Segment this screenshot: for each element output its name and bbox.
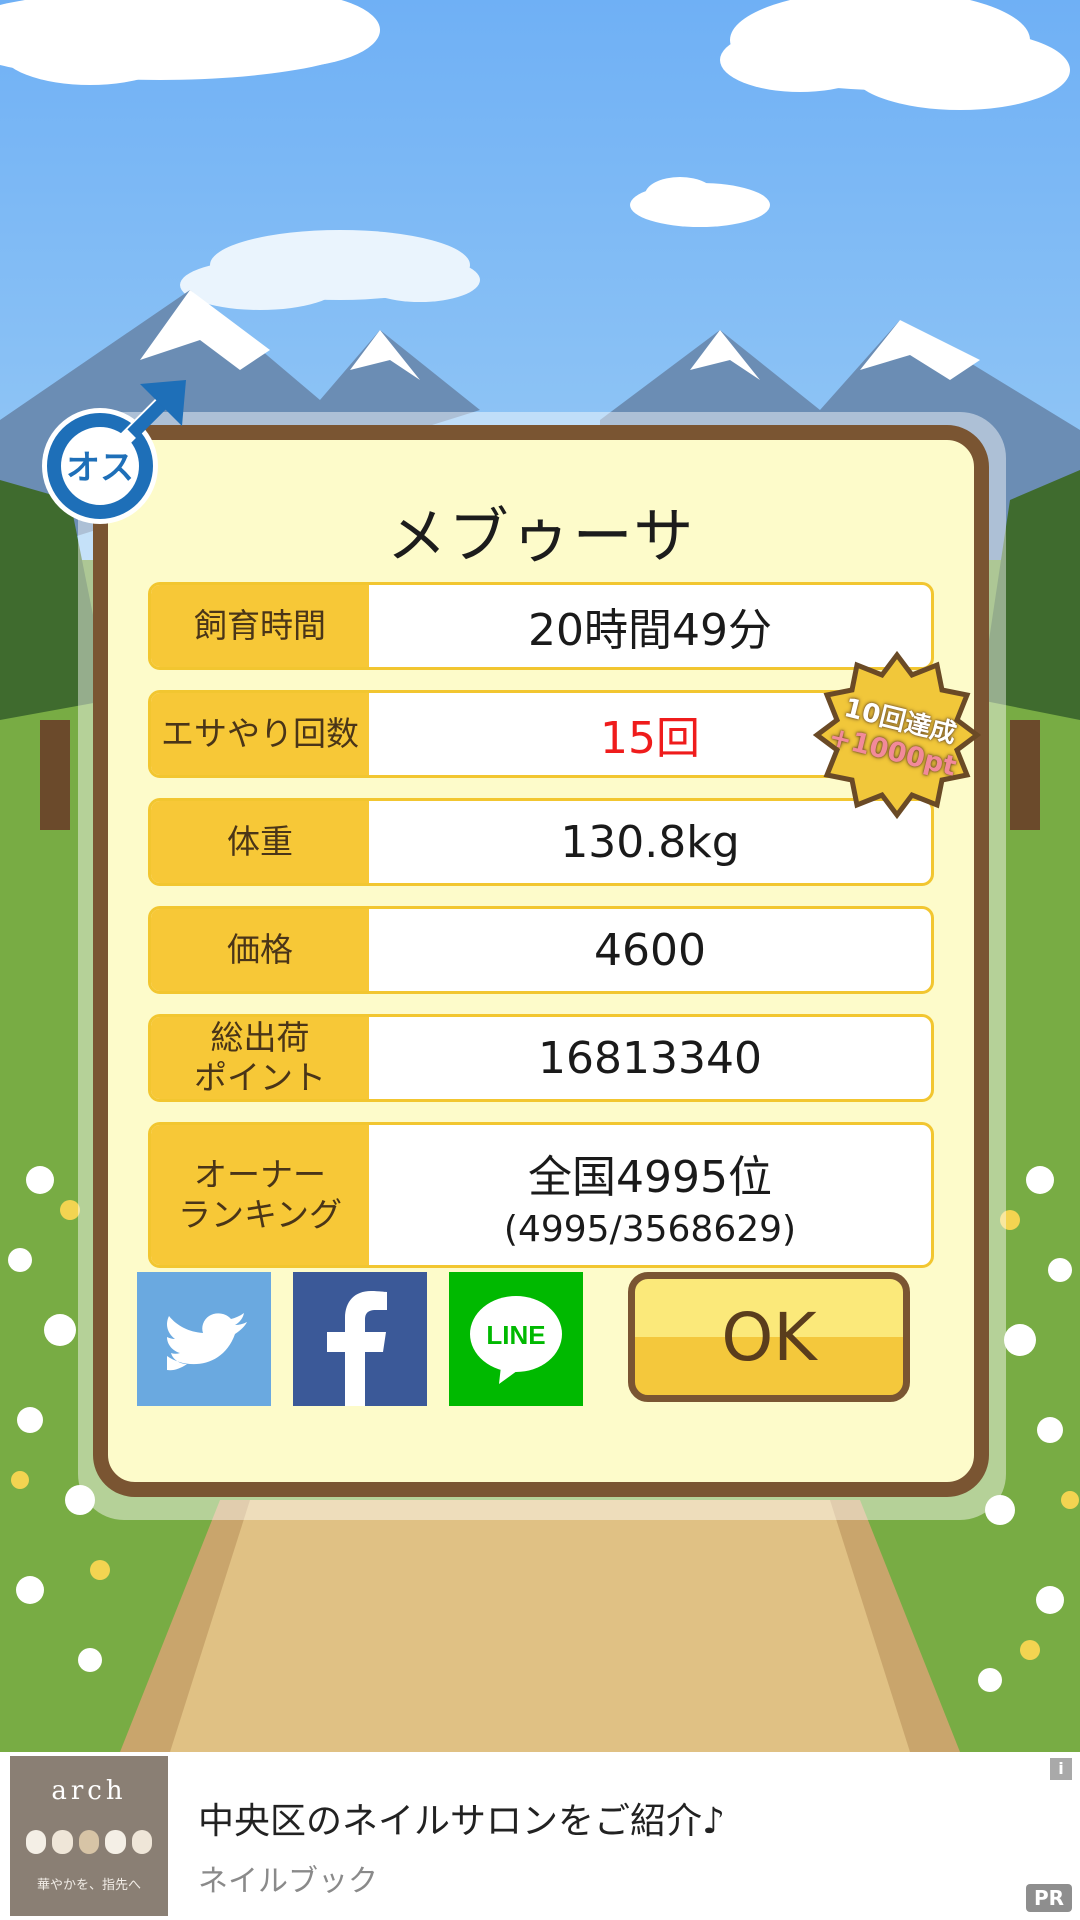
- ad-source: ネイルブック: [198, 1864, 378, 1899]
- line-label: LINE: [486, 1320, 546, 1350]
- stat-value: 16813340: [538, 1032, 762, 1084]
- nail-image: [26, 1830, 153, 1854]
- stat-label: 体重: [151, 801, 369, 883]
- pet-status-dialog: メブゥーサ 飼育時間 20時間49分 エサやり回数 15回 体重 130.8kg…: [93, 425, 989, 1497]
- stat-value: 4600: [594, 924, 706, 976]
- facebook-f-icon: [327, 1291, 387, 1406]
- twitter-share-button[interactable]: [137, 1272, 271, 1406]
- line-share-button[interactable]: LINE: [449, 1272, 583, 1406]
- stat-label: エサやり回数: [151, 693, 369, 775]
- ad-brand-logo: arch: [51, 1776, 127, 1806]
- ad-title[interactable]: 中央区のネイルサロンをご紹介♪: [198, 1792, 725, 1844]
- ad-banner[interactable]: arch 華やかを、指先へ 中央区のネイルサロンをご紹介♪ ネイルブック i P…: [0, 1752, 1080, 1920]
- gender-label: オス: [66, 448, 134, 488]
- stat-label: オーナー ランキング: [151, 1125, 369, 1265]
- ad-pr-badge: PR: [1025, 1884, 1072, 1912]
- ad-tagline: 華やかを、指先へ: [36, 1878, 141, 1893]
- ranking-detail: (4995/3568629): [503, 1208, 797, 1250]
- male-gender-icon: オス: [36, 372, 196, 532]
- stat-label: 価格: [151, 909, 369, 991]
- ad-thumbnail[interactable]: arch 華やかを、指先へ: [10, 1756, 168, 1916]
- facebook-share-button[interactable]: [293, 1272, 427, 1406]
- ad-info-icon[interactable]: i: [1050, 1758, 1072, 1780]
- stat-row-owner-ranking: オーナー ランキング 全国4995位 (4995/3568629): [148, 1122, 934, 1268]
- ranking-value: 全国4995位: [528, 1151, 772, 1203]
- achievement-badge: 10回達成 +1000pt: [812, 650, 982, 820]
- stat-row-price: 価格 4600: [148, 906, 934, 994]
- stat-row-total-points: 総出荷 ポイント 16813340: [148, 1014, 934, 1102]
- stat-label: 飼育時間: [151, 585, 369, 667]
- pet-name: メブゥーサ: [386, 502, 696, 572]
- ok-button[interactable]: OK: [628, 1272, 910, 1402]
- stat-label: 総出荷 ポイント: [151, 1017, 369, 1099]
- stat-value: 全国4995位 (4995/3568629): [369, 1125, 931, 1265]
- twitter-bird-icon: [167, 1313, 247, 1371]
